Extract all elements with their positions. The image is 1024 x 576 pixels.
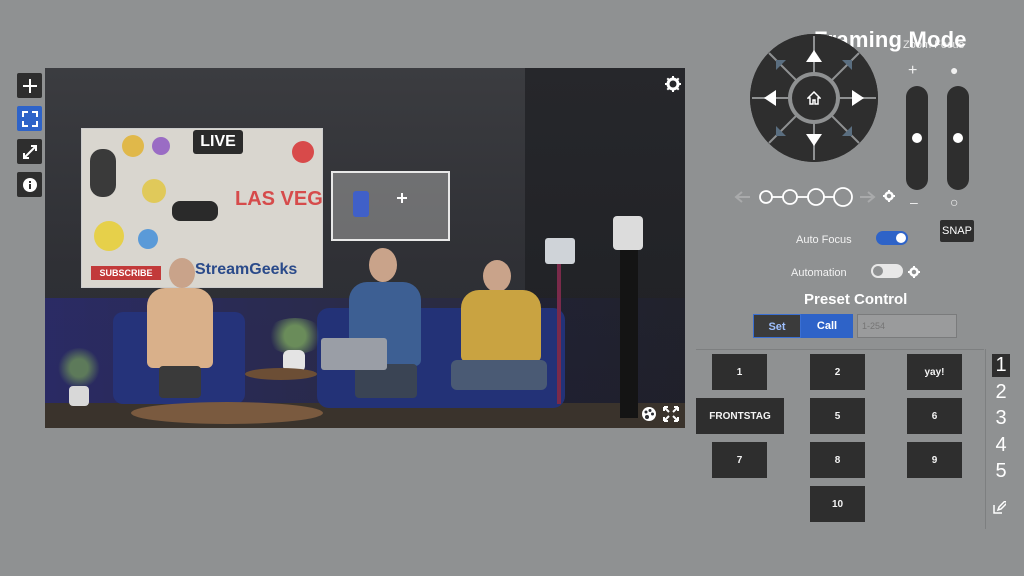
preset-button-10[interactable]: 10: [810, 486, 865, 522]
automation-toggle[interactable]: [871, 264, 903, 278]
ptz-direction-pad: [750, 34, 878, 162]
preset-button-yay[interactable]: yay!: [907, 354, 962, 390]
zoom-minus-label[interactable]: –: [910, 194, 918, 210]
settings-gear-icon[interactable]: [665, 76, 681, 92]
speed-settings-gear-icon[interactable]: [883, 190, 895, 202]
framing-region-box[interactable]: [331, 171, 450, 241]
preset-control-title: Preset Control: [804, 291, 908, 308]
auto-focus-toggle-knob: [896, 233, 906, 243]
person-right: [451, 260, 551, 410]
plant-center: [265, 318, 325, 354]
focus-slider-thumb[interactable]: [953, 133, 963, 143]
zoom-plus-label[interactable]: +: [908, 62, 917, 80]
plant-left: [57, 348, 101, 388]
zoom-slider[interactable]: [906, 86, 928, 190]
preset-button-5[interactable]: 5: [810, 398, 865, 434]
zoom-slider-thumb[interactable]: [912, 133, 922, 143]
auto-focus-toggle[interactable]: [876, 231, 908, 245]
preset-call-button[interactable]: Call: [801, 314, 853, 338]
info-icon: [22, 177, 37, 192]
preset-button-2[interactable]: 2: [810, 354, 865, 390]
preset-page-1[interactable]: 1: [992, 354, 1010, 377]
focus-near-label[interactable]: ●: [950, 62, 958, 78]
pan-up-right-arrow-icon[interactable]: [842, 60, 852, 70]
preset-page-3[interactable]: 3: [992, 407, 1010, 430]
pan-down-left-arrow-icon[interactable]: [776, 126, 786, 136]
auto-focus-label: Auto Focus: [796, 234, 852, 246]
side-table: [245, 368, 317, 380]
info-tool-button[interactable]: [17, 172, 42, 197]
focus-slider[interactable]: [947, 86, 969, 190]
preset-button-frontstag[interactable]: FRONTSTAG: [696, 398, 784, 434]
preset-button-9[interactable]: 9: [907, 442, 962, 478]
poster-live-text: LIVE: [193, 130, 243, 154]
palette-icon[interactable]: [641, 406, 657, 422]
preset-button-6[interactable]: 6: [907, 398, 962, 434]
poster-vegas-text: LAS VEG: [235, 188, 323, 210]
preset-divider: [696, 349, 984, 350]
preset-button-8[interactable]: 8: [810, 442, 865, 478]
frame-tool-button[interactable]: [17, 106, 42, 131]
fullscreen-icon[interactable]: [663, 406, 679, 422]
pot-left: [69, 386, 89, 406]
focus-far-label[interactable]: ○: [950, 194, 958, 210]
preset-page-5[interactable]: 5: [992, 460, 1010, 483]
pan-down-arrow-icon[interactable]: [806, 134, 822, 146]
add-tool-button[interactable]: [17, 73, 42, 98]
preset-button-1[interactable]: 1: [712, 354, 767, 390]
plus-icon: [22, 78, 37, 93]
automation-settings-gear-icon[interactable]: [908, 266, 920, 278]
preset-page-divider: [985, 349, 986, 529]
diagonal-resize-icon: [22, 144, 37, 159]
pan-down-right-arrow-icon[interactable]: [842, 126, 852, 136]
preset-set-button[interactable]: Set: [753, 314, 801, 338]
snap-button[interactable]: SNAP: [940, 220, 974, 242]
light-stand: [545, 238, 575, 264]
resize-tool-button[interactable]: [17, 139, 42, 164]
preset-button-7[interactable]: 7: [712, 442, 767, 478]
automation-label: Automation: [791, 267, 847, 279]
speed-selector[interactable]: [734, 186, 898, 208]
automation-toggle-knob: [873, 266, 883, 276]
frame-corners-icon: [21, 110, 38, 127]
person-center: [345, 248, 429, 398]
framed-camera: [353, 191, 369, 217]
view-toolbar: [17, 73, 42, 205]
ptz-camera: [613, 216, 643, 250]
pan-up-left-arrow-icon[interactable]: [776, 60, 786, 70]
pan-left-arrow-icon[interactable]: [764, 90, 776, 106]
pan-up-arrow-icon[interactable]: [806, 50, 822, 62]
home-icon[interactable]: [807, 91, 821, 105]
edit-presets-icon[interactable]: [992, 501, 1006, 515]
coffee-table: [131, 402, 323, 424]
light-stand-pole: [557, 264, 561, 404]
laptop: [321, 338, 387, 370]
crosshair-icon: [397, 193, 407, 203]
preset-page-4[interactable]: 4: [992, 434, 1010, 457]
preset-number-input[interactable]: [857, 314, 957, 338]
camera-video-feed[interactable]: LIVE LAS VEG SUBSCRIBE StreamGeeks: [45, 68, 685, 428]
pan-right-arrow-icon[interactable]: [852, 90, 864, 106]
person-left: [139, 258, 219, 398]
preset-page-2[interactable]: 2: [992, 381, 1010, 404]
